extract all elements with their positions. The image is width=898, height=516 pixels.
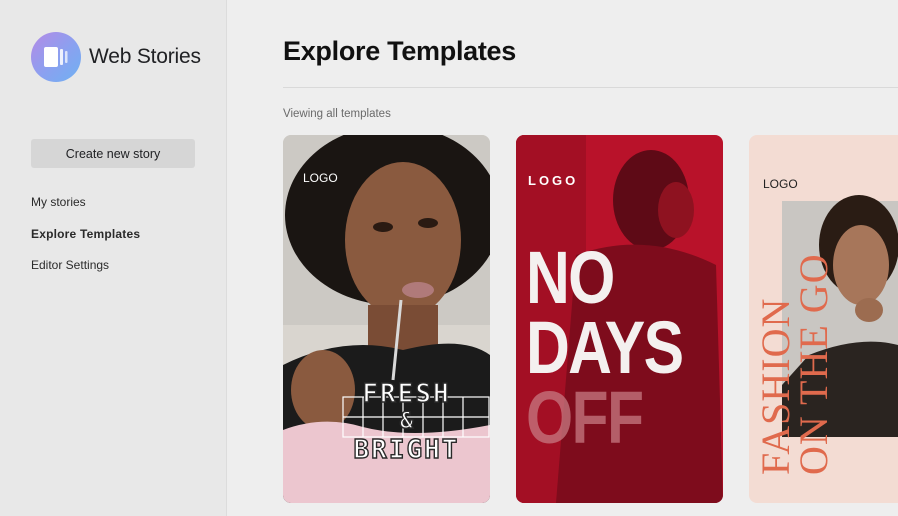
template-headline: FASHION ON THE GO — [753, 253, 836, 475]
sidebar-item-editor-settings[interactable]: Editor Settings — [31, 258, 140, 290]
web-stories-logo-icon — [31, 32, 81, 82]
template-card-no-days-off[interactable]: LOGO NO DAYS OFF — [516, 135, 723, 503]
page-title: Explore Templates — [283, 36, 516, 66]
create-new-story-button[interactable]: Create new story — [31, 139, 195, 168]
sidebar: Web Stories Create new story My stories … — [0, 0, 227, 516]
template-card-fashion-on-the-go[interactable]: LOGO FASHION ON THE GO — [749, 135, 898, 503]
template-logo-text: LOGO — [528, 173, 579, 188]
header-divider — [283, 87, 898, 88]
sidebar-item-my-stories[interactable]: My stories — [31, 195, 140, 227]
brand-logo[interactable]: Web Stories — [31, 32, 201, 82]
template-card-fresh-bright[interactable]: LOGO FRESH & BRIGHT — [283, 135, 490, 503]
sidebar-nav: My stories Explore Templates Editor Sett… — [31, 195, 140, 290]
template-headline: NO DAYS OFF — [526, 236, 684, 459]
template-logo-text: LOGO — [303, 171, 338, 185]
brand-name: Web Stories — [89, 45, 201, 68]
template-headline: FRESH & BRIGHT — [353, 379, 460, 465]
viewing-filter-label: Viewing all templates — [283, 108, 391, 120]
sidebar-item-explore-templates[interactable]: Explore Templates — [31, 227, 140, 259]
